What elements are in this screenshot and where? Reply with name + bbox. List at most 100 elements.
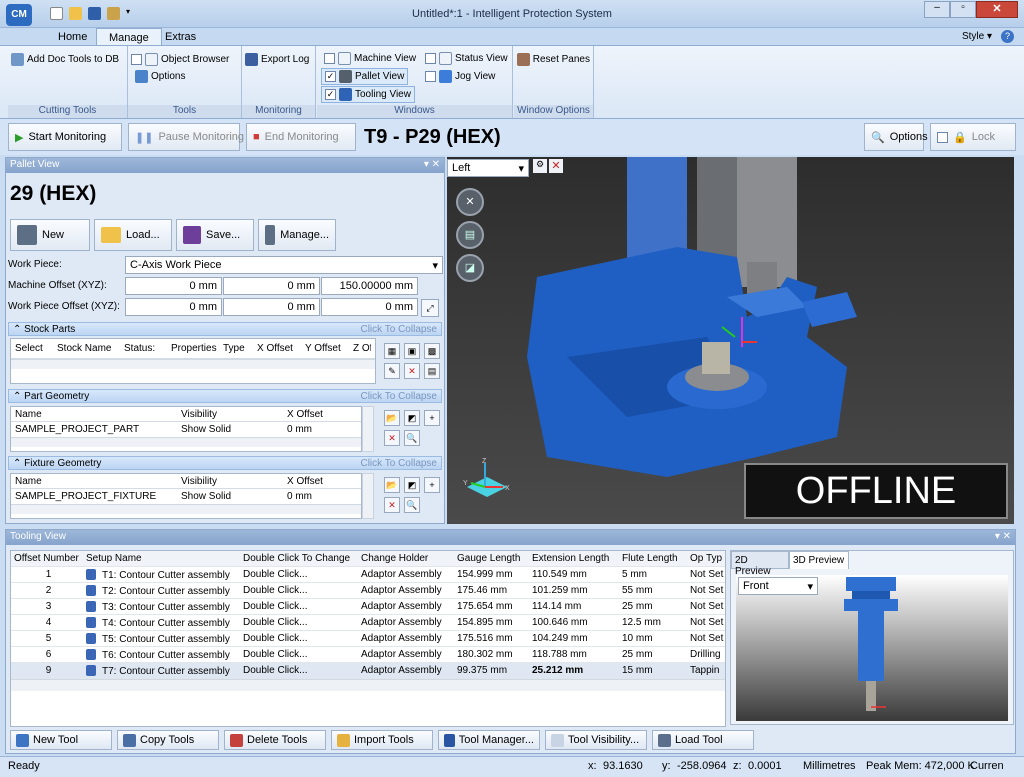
tool-3d-preview[interactable]: Front ▾ bbox=[736, 575, 1008, 721]
wp-offset-y[interactable]: 0 mm bbox=[223, 298, 320, 316]
change-tool-cell[interactable]: Double Click... bbox=[240, 617, 358, 628]
table-row[interactable]: SAMPLE_PROJECT_PART Show Solid 0 mm bbox=[11, 422, 361, 437]
minimize-button[interactable]: ‒ bbox=[924, 1, 950, 18]
vertical-scrollbar[interactable] bbox=[362, 406, 374, 452]
checkbox-checked[interactable]: ✓ bbox=[325, 71, 336, 82]
new-tool-button[interactable]: New Tool bbox=[10, 730, 112, 750]
checkbox[interactable] bbox=[425, 71, 436, 82]
delete-tools-button[interactable]: Delete Tools bbox=[224, 730, 326, 750]
start-monitoring-button[interactable]: ▶ Start Monitoring bbox=[8, 123, 122, 151]
checkbox-checked[interactable]: ✓ bbox=[325, 89, 336, 100]
change-holder-cell[interactable]: Adaptor Assembly bbox=[358, 617, 454, 628]
change-tool-cell[interactable]: Double Click... bbox=[240, 601, 358, 612]
tab-2d-preview[interactable]: 2D Preview bbox=[731, 551, 789, 577]
fit-view-icon[interactable]: ✕ bbox=[456, 188, 484, 216]
load-pallet-button[interactable]: Load... bbox=[94, 219, 172, 251]
open-part-icon[interactable]: 📂 bbox=[384, 410, 400, 426]
load-tool-button[interactable]: Load Tool bbox=[652, 730, 754, 750]
stock-parts-section[interactable]: ⌃ Stock Parts Click To Collapse bbox=[8, 322, 442, 336]
change-tool-cell[interactable]: Double Click... bbox=[240, 649, 358, 660]
wp-offset-x[interactable]: 0 mm bbox=[125, 298, 222, 316]
machine-3d-viewport[interactable]: Left ▾ ⚙ ✕ ✕ ▤ ◪ Z X Y OFFLINE bbox=[447, 157, 1014, 524]
tooling-view-toggle[interactable]: ✓ Tooling View bbox=[321, 86, 415, 103]
tab-3d-preview[interactable]: 3D Preview bbox=[789, 551, 849, 569]
machine-offset-y[interactable]: 0 mm bbox=[223, 277, 320, 295]
new-pallet-button[interactable]: New bbox=[10, 219, 90, 251]
tab-home[interactable]: Home bbox=[46, 28, 99, 46]
part-geometry-section[interactable]: ⌃ Part Geometry Click To Collapse bbox=[8, 389, 442, 403]
tab-extras[interactable]: Extras bbox=[153, 28, 208, 46]
import-tools-button[interactable]: Import Tools bbox=[331, 730, 433, 750]
pause-monitoring-button[interactable]: ❚❚ Pause Monitoring bbox=[128, 123, 244, 151]
panel-menu-icon[interactable]: ▾ ✕ bbox=[424, 159, 440, 172]
style-menu[interactable]: Style ▾ bbox=[962, 31, 992, 42]
change-tool-cell[interactable]: Double Click... bbox=[240, 665, 358, 676]
machine-offset-x[interactable]: 0 mm bbox=[125, 277, 222, 295]
close-button[interactable]: ✕ bbox=[976, 1, 1018, 18]
panel-menu-icon[interactable]: ▾ ✕ bbox=[995, 531, 1011, 544]
add-doc-tools-button[interactable]: Add Doc Tools to DB bbox=[8, 51, 127, 68]
change-holder-cell[interactable]: Adaptor Assembly bbox=[358, 569, 454, 580]
horizontal-scrollbar[interactable] bbox=[11, 437, 361, 447]
manage-pallet-button[interactable]: Manage... bbox=[258, 219, 336, 251]
table-row[interactable]: 9 T7: Contour Cutter assembly Double Click… bbox=[11, 663, 725, 679]
jog-view-toggle[interactable]: Jog View bbox=[422, 68, 498, 85]
edit-stock-icon[interactable]: ✎ bbox=[384, 363, 400, 379]
copy-tools-button[interactable]: Copy Tools bbox=[117, 730, 219, 750]
table-row[interactable]: 3 T3: Contour Cutter assembly Double Click… bbox=[11, 599, 725, 615]
add-fixture-icon[interactable]: + bbox=[424, 477, 440, 493]
render-mode-icon[interactable]: ◪ bbox=[456, 254, 484, 282]
delete-part-icon[interactable]: ✕ bbox=[384, 430, 400, 446]
wp-offset-z[interactable]: 0 mm bbox=[321, 298, 418, 316]
table-row[interactable]: 6 T6: Contour Cutter assembly Double Click… bbox=[11, 647, 725, 663]
status-view-toggle[interactable]: Status View bbox=[422, 50, 511, 67]
end-monitoring-button[interactable]: ■ End Monitoring bbox=[246, 123, 356, 151]
table-row[interactable]: 5 T5: Contour Cutter assembly Double Click… bbox=[11, 631, 725, 647]
part-geometry-grid[interactable]: Name Visibility X Offset SAMPLE_PROJECT_PA… bbox=[10, 406, 362, 452]
stock-settings-icon[interactable]: ▤ bbox=[424, 363, 440, 379]
delete-fixture-icon[interactable]: ✕ bbox=[384, 497, 400, 513]
export-log-button[interactable]: Export Log bbox=[242, 51, 315, 68]
machine-view-toggle[interactable]: Machine View bbox=[321, 50, 419, 67]
change-holder-cell[interactable]: Adaptor Assembly bbox=[358, 649, 454, 660]
horizontal-scrollbar[interactable] bbox=[11, 679, 725, 691]
change-holder-cell[interactable]: Adaptor Assembly bbox=[358, 633, 454, 644]
pallet-view-toggle[interactable]: ✓ Pallet View bbox=[321, 68, 409, 85]
table-row[interactable]: 4 T4: Contour Cutter assembly Double Click… bbox=[11, 615, 725, 631]
vertical-scrollbar[interactable] bbox=[362, 473, 374, 519]
options-button[interactable]: Options bbox=[132, 68, 241, 85]
grid-stock-icon[interactable]: ▩ bbox=[424, 343, 440, 359]
horizontal-scrollbar[interactable] bbox=[11, 504, 361, 514]
change-tool-cell[interactable]: Double Click... bbox=[240, 585, 358, 596]
fixture-geometry-grid[interactable]: Name Visibility X Offset SAMPLE_PROJECT_FI… bbox=[10, 473, 362, 519]
tab-manage[interactable]: Manage bbox=[96, 28, 162, 46]
lock-button[interactable]: 🔒 Lock bbox=[930, 123, 1016, 151]
machine-offset-z[interactable]: 150.00000 mm bbox=[321, 277, 418, 295]
save-pallet-button[interactable]: Save... bbox=[176, 219, 254, 251]
part-view-icon[interactable]: ◩ bbox=[404, 410, 420, 426]
change-holder-cell[interactable]: Adaptor Assembly bbox=[358, 601, 454, 612]
checkbox[interactable] bbox=[425, 53, 436, 64]
help-icon[interactable]: ? bbox=[1001, 30, 1014, 43]
section-view-icon[interactable]: ▤ bbox=[456, 221, 484, 249]
reset-panes-button[interactable]: Reset Panes bbox=[514, 51, 593, 68]
fixture-visibility[interactable]: Show Solid bbox=[177, 491, 283, 502]
work-piece-select[interactable]: C-Axis Work Piece ▾ bbox=[125, 256, 443, 274]
part-visibility[interactable]: Show Solid bbox=[177, 424, 283, 435]
change-tool-cell[interactable]: Double Click... bbox=[240, 633, 358, 644]
add-stock-icon[interactable]: ▦ bbox=[384, 343, 400, 359]
tooling-table[interactable]: Offset Number Setup Name Double Click To… bbox=[10, 550, 726, 727]
maximize-button[interactable]: ▫ bbox=[950, 1, 976, 18]
pick-offset-icon[interactable]: ⤢ bbox=[421, 299, 439, 317]
search-fixture-icon[interactable]: 🔍 bbox=[404, 497, 420, 513]
search-part-icon[interactable]: 🔍 bbox=[404, 430, 420, 446]
table-row[interactable]: SAMPLE_PROJECT_FIXTURE Show Solid 0 mm bbox=[11, 489, 361, 504]
change-holder-cell[interactable]: Adaptor Assembly bbox=[358, 665, 454, 676]
tool-manager-button[interactable]: Tool Manager... bbox=[438, 730, 540, 750]
change-holder-cell[interactable]: Adaptor Assembly bbox=[358, 585, 454, 596]
open-fixture-icon[interactable]: 📂 bbox=[384, 477, 400, 493]
table-row[interactable]: 2 T2: Contour Cutter assembly Double Click… bbox=[11, 583, 725, 599]
checkbox[interactable] bbox=[937, 131, 948, 143]
table-row[interactable]: 1 T1: Contour Cutter assembly Double Click… bbox=[11, 567, 725, 583]
checkbox[interactable] bbox=[324, 53, 335, 64]
